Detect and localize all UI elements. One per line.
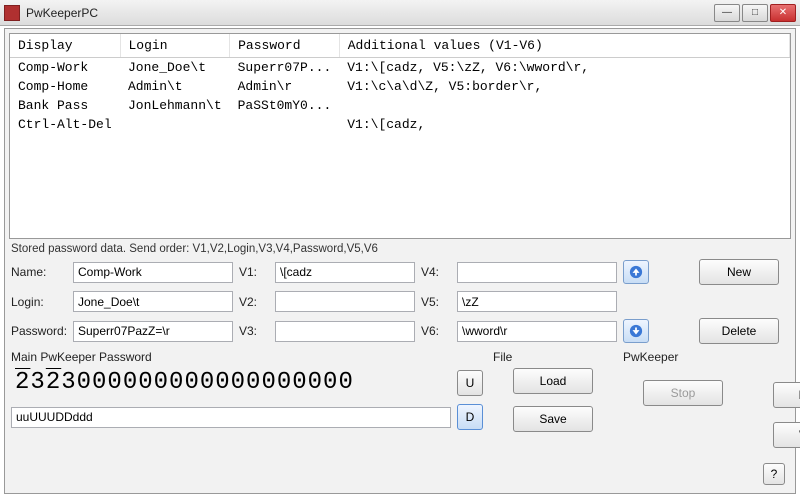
file-label: File: [493, 350, 613, 364]
cell-login: Admin\t: [120, 77, 230, 96]
label-login: Login:: [11, 295, 67, 309]
label-v2: V2:: [239, 295, 269, 309]
app-icon: [4, 5, 20, 21]
close-button[interactable]: ✕: [770, 4, 796, 22]
password-field[interactable]: [73, 321, 233, 342]
cell-display: Bank Pass: [10, 96, 120, 115]
maximize-button[interactable]: □: [742, 4, 768, 22]
read-button[interactable]: Read: [773, 382, 800, 408]
edit-form: Name: V1: V4: New Login: V2: V5: Passwor…: [11, 259, 789, 344]
v6-field[interactable]: [457, 321, 617, 342]
v4-field[interactable]: [457, 262, 617, 283]
stop-button: Stop: [643, 380, 723, 406]
cell-additional: V1:\[cadz, V5:\zZ, V6:\wword\r,: [339, 58, 789, 78]
cell-additional: V1:\[cadz,: [339, 115, 789, 134]
cell-password: Superr07P...: [230, 58, 340, 78]
delete-button[interactable]: Delete: [699, 318, 779, 344]
v3-field[interactable]: [275, 321, 415, 342]
cell-login: JonLehmann\t: [120, 96, 230, 115]
v5-field[interactable]: [457, 291, 617, 312]
main-pw-label: Main PwKeeper Password: [11, 350, 483, 364]
label-v1: V1:: [239, 265, 269, 279]
cell-display: Comp-Home: [10, 77, 120, 96]
main-pw-input[interactable]: [11, 407, 451, 428]
pwkeeper-section: PwKeeper Stop: [623, 350, 743, 448]
label-password: Password:: [11, 324, 67, 338]
name-field[interactable]: [73, 262, 233, 283]
v1-field[interactable]: [275, 262, 415, 283]
main-pw-display: 2323000000000000000000: [11, 368, 451, 398]
v2-field[interactable]: [275, 291, 415, 312]
cell-display: Ctrl-Alt-Del: [10, 115, 120, 134]
cell-password: PaSSt0mY0...: [230, 96, 340, 115]
label-name: Name:: [11, 265, 67, 279]
cell-additional: [339, 96, 789, 115]
table-row[interactable]: Comp-HomeAdmin\tAdmin\rV1:\c\a\d\Z, V5:b…: [10, 77, 790, 96]
cell-password: [230, 115, 340, 134]
table-row[interactable]: Bank PassJonLehmann\tPaSSt0mY0...: [10, 96, 790, 115]
label-v3: V3:: [239, 324, 269, 338]
col-header-additional[interactable]: Additional values (V1-V6): [339, 34, 789, 58]
col-header-display[interactable]: Display: [10, 34, 120, 58]
minimize-button[interactable]: —: [714, 4, 740, 22]
read-write-section: . Read Write: [753, 350, 800, 448]
cell-login: [120, 115, 230, 134]
label-v6: V6:: [421, 324, 451, 338]
help-button[interactable]: ?: [763, 463, 785, 485]
arrow-up-icon: [629, 265, 643, 279]
main-password-section: Main PwKeeper Password 23230000000000000…: [11, 350, 483, 448]
save-button[interactable]: Save: [513, 406, 593, 432]
load-button[interactable]: Load: [513, 368, 593, 394]
file-section: File Load Save: [493, 350, 613, 448]
new-button[interactable]: New: [699, 259, 779, 285]
send-order-hint: Stored password data. Send order: V1,V2,…: [11, 243, 789, 255]
cell-password: Admin\r: [230, 77, 340, 96]
label-v4: V4:: [421, 265, 451, 279]
u-button[interactable]: U: [457, 370, 483, 396]
table-row[interactable]: Comp-WorkJone_Doe\tSuperr07P...V1:\[cadz…: [10, 58, 790, 78]
move-down-button[interactable]: [623, 319, 649, 343]
pwkeeper-label: PwKeeper: [623, 350, 743, 364]
move-up-button[interactable]: [623, 260, 649, 284]
client-area: Display Login Password Additional values…: [4, 28, 796, 494]
cell-login: Jone_Doe\t: [120, 58, 230, 78]
d-button[interactable]: D: [457, 404, 483, 430]
write-button[interactable]: Write: [773, 422, 800, 448]
window-title: PwKeeperPC: [26, 6, 714, 20]
arrow-down-icon: [629, 324, 643, 338]
login-field[interactable]: [73, 291, 233, 312]
cell-display: Comp-Work: [10, 58, 120, 78]
col-header-password[interactable]: Password: [230, 34, 340, 58]
cell-additional: V1:\c\a\d\Z, V5:border\r,: [339, 77, 789, 96]
col-header-login[interactable]: Login: [120, 34, 230, 58]
label-v5: V5:: [421, 295, 451, 309]
password-table[interactable]: Display Login Password Additional values…: [9, 33, 791, 239]
title-bar: PwKeeperPC — □ ✕: [0, 0, 800, 26]
table-row[interactable]: Ctrl-Alt-Del V1:\[cadz,: [10, 115, 790, 134]
